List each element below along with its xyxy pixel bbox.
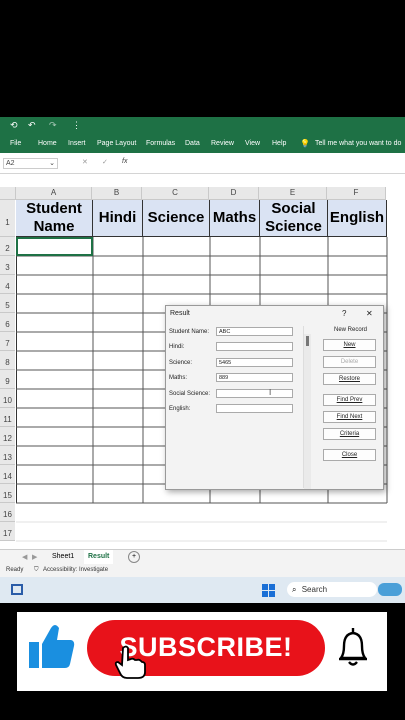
new-button[interactable]: New [323,339,376,351]
science-field[interactable]: 5465 [216,358,293,367]
widgets-icon[interactable] [11,584,23,595]
tab-insert[interactable]: Insert [68,140,86,147]
record-status: New Record [334,327,368,333]
text-cursor-icon: I [269,388,272,397]
selected-cell-a2[interactable] [16,237,93,256]
tab-review[interactable]: Review [211,140,234,147]
formula-bar: A2 ⌄ ✕ ✓ fx [0,155,405,174]
close-icon[interactable]: ✕ [366,309,373,318]
accessibility-icon: ⛉ [34,567,39,573]
english-field[interactable] [216,404,293,413]
hindi-field[interactable] [216,342,293,351]
criteria-button[interactable]: Criteria [323,428,376,440]
next-sheet-icon[interactable]: ▶ [32,553,37,561]
tab-home[interactable]: Home [38,140,57,147]
taskbar-search-label: Search [301,585,328,594]
prev-sheet-icon[interactable]: ◀ [22,553,27,561]
windows-taskbar: ⌕ Search [0,577,405,603]
name-box[interactable]: A2 ⌄ [3,158,58,169]
tab-formulas[interactable]: Formulas [146,140,175,147]
status-ready: Ready [6,567,24,573]
dialog-divider [303,326,304,488]
bell-icon [339,628,367,666]
label-social-science: Social Science: [169,391,211,397]
label-hindi: Hindi: [169,344,185,350]
formula-input[interactable] [136,158,404,169]
tab-help[interactable]: Help [272,140,286,147]
add-sheet-button[interactable]: + [128,551,140,563]
hand-cursor-icon [114,645,146,679]
maths-field[interactable]: 889 [216,373,293,382]
accessibility-status[interactable]: Accessibility: Investigate [43,567,108,573]
dialog-title: Result [170,310,190,317]
tell-me-search[interactable]: Tell me what you want to do [315,140,401,147]
tab-page-layout[interactable]: Page Layout [97,140,136,147]
subscribe-banner: SUBSCRIBE! [17,612,387,691]
ribbon-tabs: File Home Insert Page Layout Formulas Da… [0,136,405,153]
close-button[interactable]: Close [323,449,376,461]
cancel-icon[interactable]: ✕ [82,158,88,166]
weather-icon[interactable] [378,583,402,596]
find-prev-button[interactable]: Find Prev [323,394,376,406]
enter-icon[interactable]: ✓ [102,158,108,166]
search-icon: ⌕ [292,585,297,594]
thumbs-up-icon [29,625,75,668]
result-dialog: Result ? ✕ Student Name: ABC Hindi: Scie… [165,305,384,490]
help-icon[interactable]: ? [342,309,346,318]
quick-access-more-icon[interactable]: ⋮ [72,120,81,131]
delete-button[interactable]: Delete [323,356,376,368]
title-bar: ⟲ ↶ ↷ ⋮ [0,117,405,136]
student-name-field[interactable]: ABC [216,327,293,336]
autosave-icon[interactable]: ⟲ [10,120,18,131]
label-maths: Maths: [169,375,188,381]
undo-icon[interactable]: ↶ [28,120,36,131]
tab-sheet1[interactable]: Sheet1 [52,553,74,560]
tab-file[interactable]: File [10,140,21,147]
social-science-field[interactable] [216,389,293,398]
status-bar: Ready ⛉ Accessibility: Investigate [0,564,405,577]
name-box-value: A2 [6,160,15,167]
restore-button[interactable]: Restore [323,373,376,385]
function-icon[interactable]: fx [122,158,127,165]
lightbulb-icon: 💡 [300,139,310,148]
sheet-tab-bar: ◀ ▶ Sheet1 Result + [0,549,405,566]
find-next-button[interactable]: Find Next [323,411,376,423]
taskbar-search[interactable]: ⌕ Search [287,582,377,597]
label-english: English: [169,406,191,412]
label-science: Science: [169,360,193,366]
label-student-name: Student Name: [169,329,210,335]
tab-view[interactable]: View [245,140,260,147]
chevron-down-icon[interactable]: ⌄ [49,159,55,169]
record-scrollbar[interactable] [304,334,311,489]
scrollbar-thumb[interactable] [306,336,309,346]
redo-icon[interactable]: ↷ [49,120,57,131]
windows-start-icon[interactable] [262,584,276,598]
tab-data[interactable]: Data [185,140,200,147]
